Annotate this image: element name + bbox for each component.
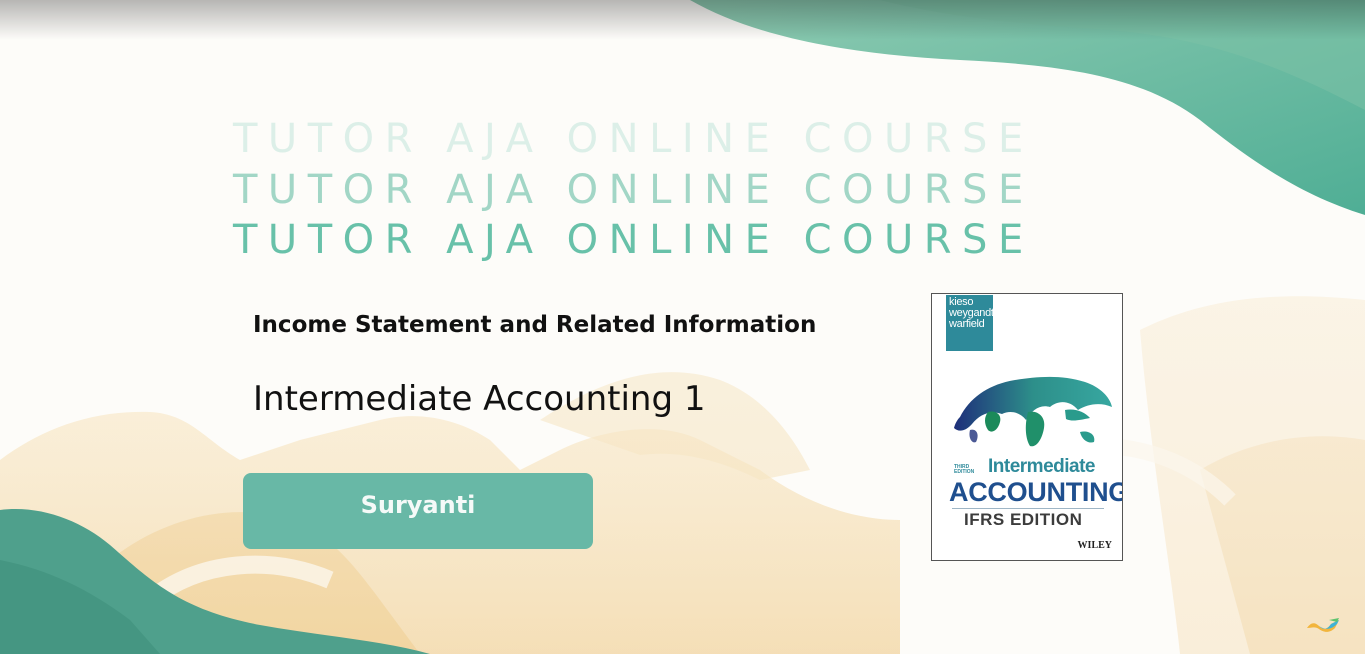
course-title-line-2: TUTOR AJA ONLINE COURSE xyxy=(233,167,1034,213)
course-title-line-1: TUTOR AJA ONLINE COURSE xyxy=(233,116,1034,162)
book-authors: kieso weygandt warfield xyxy=(946,295,994,351)
book-title-line-1: Intermediate xyxy=(988,456,1095,477)
course-name: Intermediate Accounting 1 xyxy=(253,379,706,419)
book-publisher: WILEY xyxy=(1077,540,1112,551)
topic-subtitle: Income Statement and Related Information xyxy=(253,312,817,338)
presenter-name: Suryanti xyxy=(360,491,476,519)
colorful-wave-logo-icon xyxy=(1307,618,1339,632)
book-cover-image: kieso weygandt warfield THIRD EDITION In… xyxy=(931,293,1123,561)
book-title-line-2: ACCOUNTING xyxy=(949,477,1123,507)
top-shade xyxy=(0,0,1365,40)
book-author-3: warfield xyxy=(949,318,985,330)
book-edition: THIRD EDITION xyxy=(954,464,975,475)
presenter-badge: Suryanti xyxy=(243,473,593,549)
course-title-line-3: TUTOR AJA ONLINE COURSE xyxy=(233,217,1034,263)
book-subtitle: IFRS EDITION xyxy=(964,510,1083,529)
world-map-icon xyxy=(954,376,1112,447)
book-divider xyxy=(952,508,1104,509)
slide: TUTOR AJA ONLINE COURSE TUTOR AJA ONLINE… xyxy=(0,0,1365,654)
